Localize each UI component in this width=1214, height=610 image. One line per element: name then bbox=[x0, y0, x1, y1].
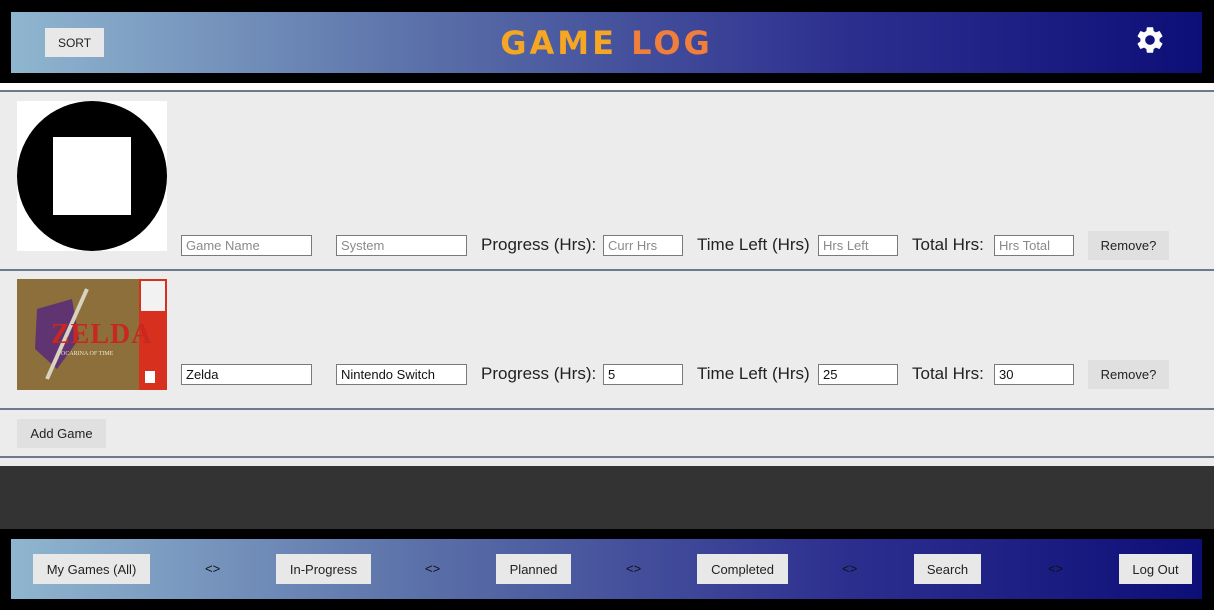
divider bbox=[0, 408, 1214, 410]
page-title: GAME LOG bbox=[11, 24, 1202, 62]
add-game-button[interactable]: Add Game bbox=[17, 419, 106, 448]
bottom-nav: My Games (All) <> In-Progress <> Planned… bbox=[11, 539, 1202, 599]
total-field[interactable] bbox=[994, 364, 1074, 385]
progress-label: Progress (Hrs): bbox=[481, 364, 597, 383]
progress-field[interactable] bbox=[603, 364, 683, 385]
zelda-cover-image: ZELDA OCARINA OF TIME bbox=[17, 279, 167, 390]
game-row: ZELDA OCARINA OF TIME Progress (Hrs): Ti… bbox=[0, 271, 1214, 408]
nav-separator: <> bbox=[205, 561, 221, 576]
progress-field[interactable] bbox=[603, 235, 683, 256]
placeholder-cover-image bbox=[17, 101, 167, 251]
divider bbox=[0, 456, 1214, 458]
time-left-field[interactable] bbox=[818, 235, 898, 256]
total-label: Total Hrs: bbox=[912, 235, 984, 254]
title-log: LOG bbox=[631, 24, 713, 62]
empty-content-area bbox=[0, 466, 1214, 529]
cover-subtitle: OCARINA OF TIME bbox=[61, 351, 114, 357]
remove-button[interactable]: Remove? bbox=[1088, 231, 1169, 260]
nav-my-games-all[interactable]: My Games (All) bbox=[33, 554, 150, 584]
game-name-field[interactable] bbox=[181, 235, 312, 256]
time-left-label: Time Left (Hrs) bbox=[697, 235, 810, 254]
bottom-bar: My Games (All) <> In-Progress <> Planned… bbox=[0, 529, 1214, 610]
gear-icon[interactable] bbox=[1134, 24, 1166, 56]
nav-in-progress[interactable]: In-Progress bbox=[276, 554, 371, 584]
game-name-field[interactable] bbox=[181, 364, 312, 385]
nav-separator: <> bbox=[626, 561, 642, 576]
game-list: Progress (Hrs): Time Left (Hrs) Total Hr… bbox=[0, 90, 1214, 466]
time-left-label: Time Left (Hrs) bbox=[697, 364, 810, 383]
nav-separator: <> bbox=[842, 561, 858, 576]
nav-separator: <> bbox=[425, 561, 441, 576]
progress-label: Progress (Hrs): bbox=[481, 235, 597, 254]
top-bar: SORT GAME LOG bbox=[0, 0, 1214, 83]
nav-separator: <> bbox=[1048, 561, 1064, 576]
system-field[interactable] bbox=[336, 235, 467, 256]
stop-icon bbox=[17, 101, 167, 251]
nav-search[interactable]: Search bbox=[914, 554, 981, 584]
app-header: SORT GAME LOG bbox=[11, 12, 1202, 73]
system-field[interactable] bbox=[336, 364, 467, 385]
total-label: Total Hrs: bbox=[912, 364, 984, 383]
game-row: Progress (Hrs): Time Left (Hrs) Total Hr… bbox=[0, 92, 1214, 269]
cover-title: ZELDA bbox=[51, 319, 153, 350]
remove-button[interactable]: Remove? bbox=[1088, 360, 1169, 389]
nav-log-out[interactable]: Log Out bbox=[1119, 554, 1192, 584]
nav-planned[interactable]: Planned bbox=[496, 554, 571, 584]
nav-completed[interactable]: Completed bbox=[697, 554, 788, 584]
time-left-field[interactable] bbox=[818, 364, 898, 385]
title-game: GAME bbox=[500, 24, 617, 62]
total-field[interactable] bbox=[994, 235, 1074, 256]
